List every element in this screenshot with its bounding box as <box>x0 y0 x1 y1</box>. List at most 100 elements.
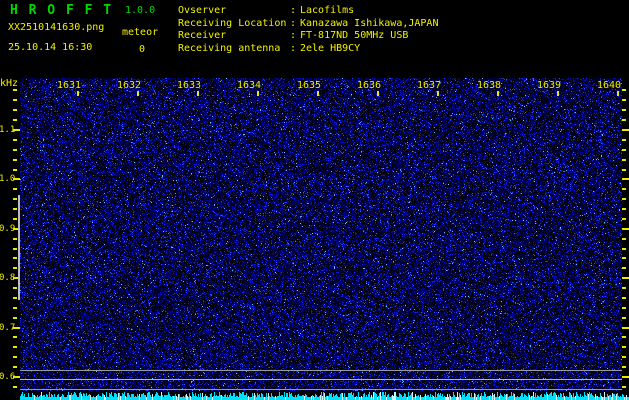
observer-separator: : <box>290 5 297 16</box>
tick-mark <box>13 267 17 270</box>
tick-mark <box>622 326 629 329</box>
receiver-value: FT-817ND 50MHz USB <box>300 30 409 42</box>
tick-mark <box>137 91 139 96</box>
time-label: 1632 <box>116 80 142 91</box>
tick-mark <box>622 237 626 240</box>
tick-mark <box>622 89 626 92</box>
tick-mark <box>197 91 199 96</box>
tick-mark <box>622 227 629 230</box>
tick-mark <box>13 217 17 220</box>
location-label: Receiving Location <box>178 17 287 29</box>
tick-mark <box>622 99 626 102</box>
tick-mark <box>622 109 626 112</box>
tick-mark <box>13 247 17 250</box>
tick-mark <box>13 316 17 319</box>
tick-mark <box>622 148 626 151</box>
tick-mark <box>617 91 619 96</box>
info-row-receiver: Receiver: FT-817ND 50MHz USB <box>178 30 618 43</box>
tick-mark <box>622 316 626 319</box>
tick-mark <box>13 158 17 161</box>
spectrogram-noise-canvas <box>20 78 622 391</box>
tick-mark <box>622 208 626 211</box>
receiver-separator: : <box>290 30 297 42</box>
location-separator: : <box>290 17 297 29</box>
tick-mark <box>622 356 626 359</box>
tick-mark <box>13 366 17 369</box>
station-info: Ovserver: Lacofilms Receiving Location: Ka… <box>178 5 618 55</box>
tick-mark <box>13 326 20 329</box>
tick-mark <box>13 376 20 378</box>
tick-mark <box>257 91 259 96</box>
tick-mark <box>622 306 626 309</box>
tick-mark <box>622 188 626 191</box>
time-label: 1634 <box>236 80 262 91</box>
tick-mark <box>622 257 626 260</box>
tick-mark <box>77 91 79 96</box>
tick-mark <box>622 385 626 388</box>
mode-label: meteor <box>122 27 159 38</box>
time-label: 1633 <box>176 80 202 91</box>
tick-mark <box>622 267 626 270</box>
app-title: H R O F F T <box>10 3 113 18</box>
tick-mark <box>13 138 17 141</box>
observer-value: Lacofilms <box>300 5 355 16</box>
tick-mark <box>622 247 626 250</box>
location-value: Kanazawa Ishikawa,JAPAN <box>300 17 439 29</box>
tick-mark <box>13 296 17 299</box>
antenna-label: Receiving antenna <box>178 42 281 54</box>
khz-axis-label: kHz <box>0 78 19 89</box>
tick-mark <box>622 168 626 171</box>
tick-mark <box>622 119 626 122</box>
antenna-value: 2ele HB9CY <box>300 42 361 54</box>
hrofft-window: H R O F F T 1.0.0 XX2510141630.png meteo… <box>0 0 629 400</box>
tick-mark <box>13 188 17 191</box>
tick-mark <box>13 168 17 171</box>
tick-mark <box>13 109 17 112</box>
reference-line-middle <box>20 379 622 381</box>
receiver-label: Receiver <box>178 30 227 42</box>
time-label: 1638 <box>476 80 502 91</box>
tick-mark <box>622 178 629 181</box>
tick-mark <box>13 287 17 290</box>
tick-mark <box>317 91 319 96</box>
tick-mark <box>622 336 626 339</box>
meteor-count: 0 <box>139 44 146 55</box>
tick-mark <box>13 346 17 349</box>
tick-mark <box>557 91 559 96</box>
time-label: 1635 <box>296 80 322 91</box>
left-edge-marker-line <box>18 195 20 300</box>
info-row-observer: Ovserver: Lacofilms <box>178 5 618 18</box>
output-filename: XX2510141630.png <box>8 22 105 33</box>
antenna-separator: : <box>290 42 297 54</box>
info-row-antenna: Receiving antenna:2ele HB9CY <box>178 43 618 56</box>
time-label: 1639 <box>536 80 562 91</box>
tick-mark <box>437 91 439 96</box>
tick-mark <box>13 129 20 131</box>
tick-mark <box>13 89 17 92</box>
observation-datetime: 25.10.14 16:30 <box>8 42 93 53</box>
tick-mark <box>622 217 626 220</box>
tick-mark <box>13 257 17 260</box>
time-label: 1636 <box>356 80 382 91</box>
tick-mark <box>622 366 626 369</box>
time-label: 1631 <box>56 80 82 91</box>
tick-mark <box>13 99 17 102</box>
reference-line-top <box>20 369 622 371</box>
tick-mark <box>13 336 17 339</box>
tick-mark <box>13 148 17 151</box>
tick-mark <box>13 237 17 240</box>
tick-mark <box>497 91 499 96</box>
tick-mark <box>13 178 20 181</box>
time-label: 1637 <box>416 80 442 91</box>
tick-mark <box>622 129 629 131</box>
tick-mark <box>622 138 626 141</box>
tick-mark <box>13 306 17 309</box>
tick-mark <box>622 296 626 299</box>
tick-mark <box>622 277 629 280</box>
tick-mark <box>377 91 379 96</box>
tick-mark <box>13 198 17 201</box>
tick-mark <box>13 208 17 211</box>
tick-mark <box>622 198 626 201</box>
tick-mark <box>622 346 626 349</box>
tick-mark <box>622 158 626 161</box>
